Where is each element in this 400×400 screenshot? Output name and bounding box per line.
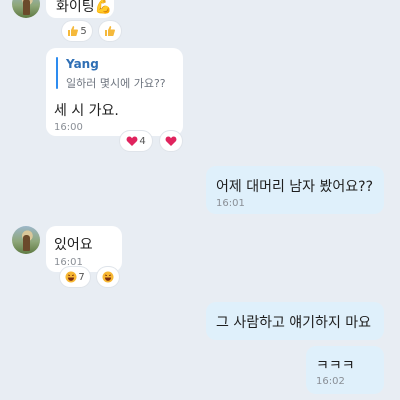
reaction-badge[interactable]: 4 bbox=[120, 131, 152, 151]
reaction-badge[interactable]: 5 bbox=[62, 21, 92, 41]
message-time: 16:01 bbox=[216, 198, 245, 209]
message-text: 화이팅💪 bbox=[56, 0, 113, 15]
thumbs-up-icon bbox=[67, 25, 79, 37]
reply-message-bubble[interactable]: Yang 일하러 몇시에 가요?? 세 시 가요. 16:00 bbox=[46, 48, 183, 136]
laughing-face-icon bbox=[102, 271, 114, 283]
message-bubble[interactable]: 있어요 16:01 bbox=[46, 226, 122, 272]
reaction-add-button[interactable] bbox=[97, 267, 119, 287]
reaction-add-button[interactable] bbox=[160, 131, 182, 151]
quote-text: 일하러 몇시에 가요?? bbox=[66, 77, 166, 90]
message-time: 16:02 bbox=[316, 376, 345, 387]
quote-author: Yang bbox=[66, 57, 99, 71]
message-time: 16:00 bbox=[54, 122, 83, 133]
message-text: 세 시 가요. bbox=[54, 103, 119, 119]
quote-accent-bar bbox=[56, 57, 58, 89]
laughing-face-icon bbox=[65, 271, 77, 283]
reaction-count: 7 bbox=[78, 271, 85, 283]
reaction-add-button[interactable] bbox=[99, 21, 121, 41]
message-text: 그 사람하고 얘기하지 마요 bbox=[216, 315, 372, 331]
thumbs-up-icon bbox=[104, 25, 116, 37]
heart-icon bbox=[126, 135, 138, 147]
message-text: 있어요 bbox=[54, 237, 93, 253]
avatar[interactable] bbox=[12, 0, 40, 18]
message-text: 어제 대머리 남자 봤어요?? bbox=[216, 179, 374, 195]
outgoing-message-bubble[interactable]: 어제 대머리 남자 봤어요?? 16:01 bbox=[206, 166, 384, 214]
outgoing-message-bubble[interactable]: 그 사람하고 얘기하지 마요 bbox=[206, 302, 384, 340]
reaction-badge[interactable]: 7 bbox=[60, 267, 90, 287]
avatar[interactable] bbox=[12, 226, 40, 254]
outgoing-message-bubble[interactable]: ㅋㅋㅋ 16:02 bbox=[306, 346, 384, 394]
message-bubble[interactable]: 화이팅💪 bbox=[46, 0, 114, 18]
heart-icon bbox=[165, 135, 177, 147]
reaction-count: 4 bbox=[139, 135, 146, 147]
message-text: ㅋㅋㅋ bbox=[316, 358, 355, 374]
reaction-count: 5 bbox=[80, 25, 87, 37]
